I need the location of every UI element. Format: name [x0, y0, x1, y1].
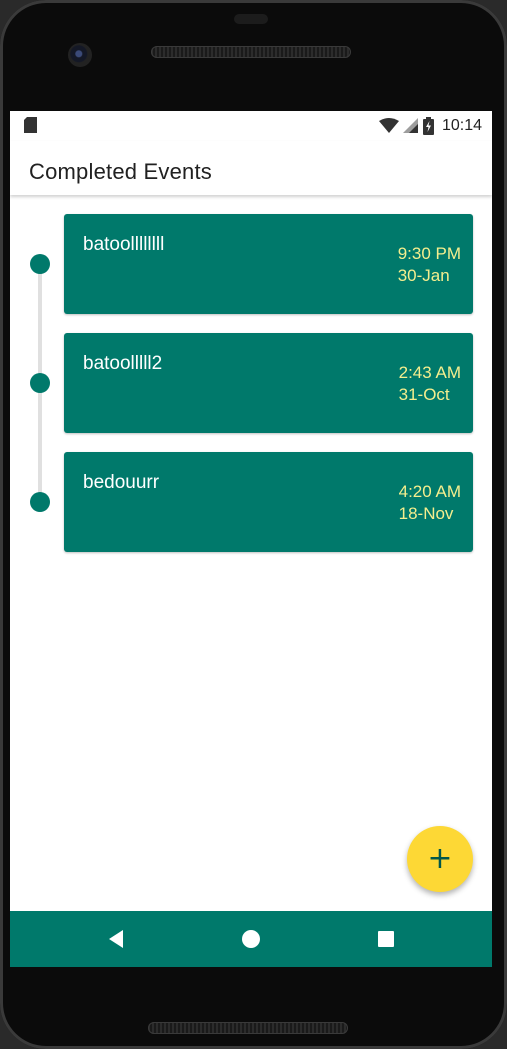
event-datetime: 9:30 PM 30-Jan — [398, 243, 461, 287]
earpiece — [234, 14, 268, 24]
timeline-event: bedouurr 4:20 AM 18-Nov — [10, 452, 492, 552]
recents-button[interactable] — [372, 925, 400, 953]
event-name: bedouurr — [83, 472, 160, 493]
event-card[interactable]: batoolllll2 2:43 AM 31-Oct — [64, 333, 473, 433]
home-button[interactable] — [237, 925, 265, 953]
bottom-speaker-grille — [148, 1022, 348, 1034]
event-date: 30-Jan — [397, 266, 450, 285]
wifi-icon — [378, 118, 399, 133]
cell-signal-icon — [402, 118, 418, 133]
status-icons: 10:14 — [378, 116, 482, 136]
add-icon: + — [427, 841, 453, 876]
event-time: 2:43 AM — [398, 363, 461, 382]
status-bar: 10:14 — [10, 111, 492, 141]
status-clock: 10:14 — [441, 117, 482, 134]
event-name: batoollllllll — [83, 234, 165, 255]
top-speaker-grille — [151, 46, 351, 58]
timeline-event: batoollllllll 9:30 PM 30-Jan — [10, 214, 492, 314]
page-title: Completed Events — [29, 159, 212, 184]
home-icon — [242, 930, 260, 948]
event-date: 31-Oct — [398, 385, 450, 404]
event-datetime: 4:20 AM 18-Nov — [399, 481, 461, 525]
event-name: batoolllll2 — [83, 353, 163, 374]
event-time: 4:20 AM — [398, 482, 461, 501]
screen: 10:14 Completed Events batoollllllll 9:3… — [10, 111, 492, 967]
battery-charging-icon — [422, 117, 434, 135]
phone-frame: 10:14 Completed Events batoollllllll 9:3… — [0, 0, 507, 1049]
timeline-event: batoolllll2 2:43 AM 31-Oct — [10, 333, 492, 433]
recents-icon — [378, 931, 394, 947]
sd-card-icon — [24, 117, 37, 133]
front-camera — [68, 43, 92, 67]
events-timeline[interactable]: batoollllllll 9:30 PM 30-Jan batoolllll2… — [10, 195, 492, 911]
timeline-dot — [30, 492, 50, 512]
timeline-dot — [30, 373, 50, 393]
app-bar: Completed Events — [10, 141, 492, 195]
back-button[interactable] — [102, 925, 130, 953]
timeline-dot — [30, 254, 50, 274]
event-card[interactable]: bedouurr 4:20 AM 18-Nov — [64, 452, 473, 552]
event-card[interactable]: batoollllllll 9:30 PM 30-Jan — [64, 214, 473, 314]
system-nav-bar — [10, 911, 492, 967]
event-date: 18-Nov — [398, 504, 454, 523]
back-icon — [109, 930, 123, 948]
event-time: 9:30 PM — [397, 244, 461, 263]
event-datetime: 2:43 AM 31-Oct — [399, 362, 461, 406]
add-event-button[interactable]: + — [407, 826, 473, 892]
